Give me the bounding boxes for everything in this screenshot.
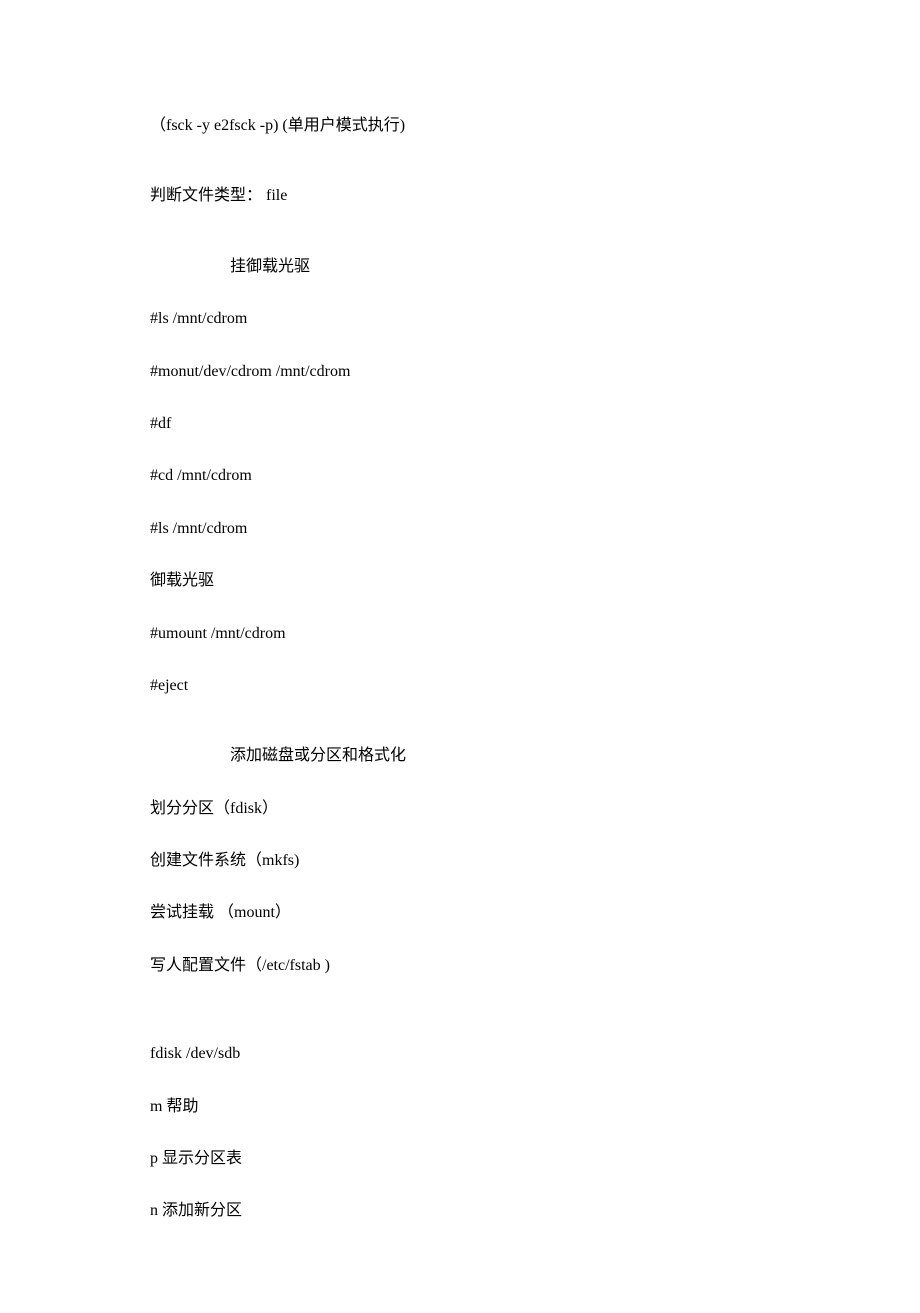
text-line: 御载光驱 xyxy=(150,570,780,592)
text-line: p 显示分区表 xyxy=(150,1148,780,1170)
text-line: 创建文件系统（mkfs) xyxy=(150,850,780,872)
section-title-add-disk: 添加磁盘或分区和格式化 xyxy=(230,745,780,767)
text-line: #eject xyxy=(150,675,780,697)
text-line: #ls /mnt/cdrom xyxy=(150,308,780,330)
text-line: 写人配置文件（/etc/fstab ) xyxy=(150,955,780,977)
text-line: 判断文件类型： file xyxy=(150,185,780,207)
text-line: fdisk /dev/sdb xyxy=(150,1043,780,1065)
text-line: #umount /mnt/cdrom xyxy=(150,623,780,645)
text-line: 划分分区（fdisk） xyxy=(150,798,780,820)
text-line: m 帮助 xyxy=(150,1096,780,1118)
text-line: （fsck -y e2fsck -p) (单用户模式执行) xyxy=(150,115,780,137)
text-line: #monut/dev/cdrom /mnt/cdrom xyxy=(150,361,780,383)
text-line: #cd /mnt/cdrom xyxy=(150,465,780,487)
document-page: （fsck -y e2fsck -p) (单用户模式执行) 判断文件类型： fi… xyxy=(0,0,920,1313)
text-line: #df xyxy=(150,413,780,435)
text-line: 尝试挂载 （mount） xyxy=(150,902,780,924)
section-title-mount-cdrom: 挂御载光驱 xyxy=(230,256,780,278)
text-line: n 添加新分区 xyxy=(150,1200,780,1222)
text-line: #ls /mnt/cdrom xyxy=(150,518,780,540)
